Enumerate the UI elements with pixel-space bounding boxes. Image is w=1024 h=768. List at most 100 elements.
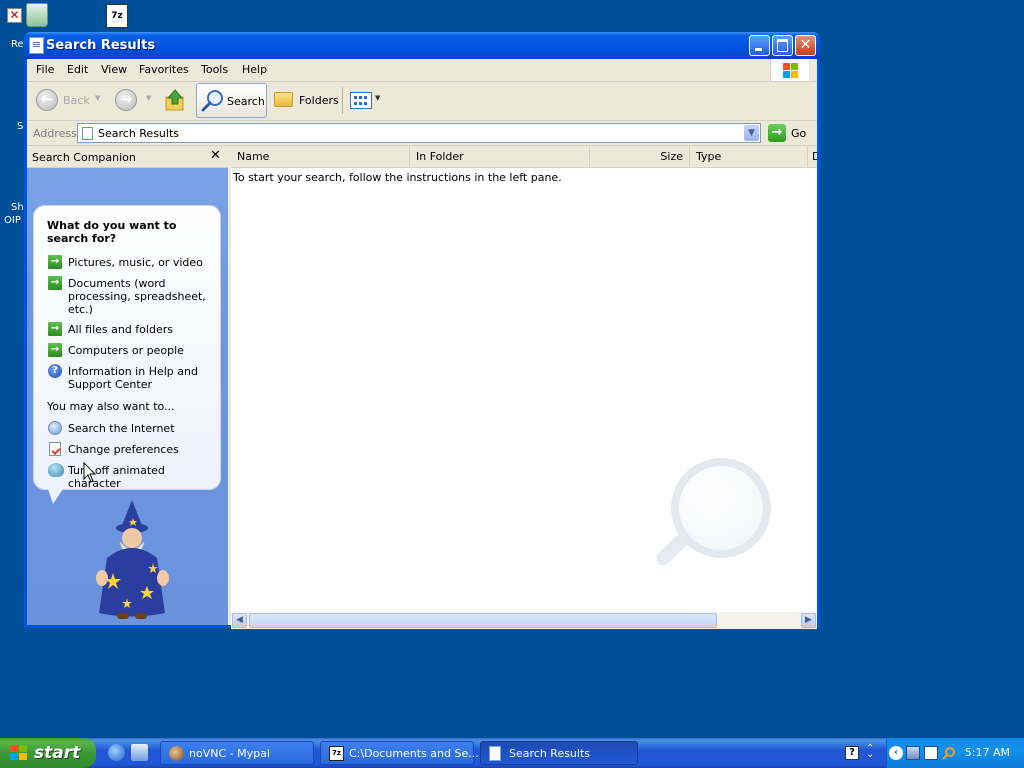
up-folder-icon[interactable]: [164, 88, 186, 112]
search-results-icon: [29, 37, 44, 54]
companion-title: Search Companion: [32, 151, 136, 164]
start-label: start: [34, 743, 81, 763]
scroll-left-icon[interactable]: ◀: [232, 613, 247, 628]
column-in-folder[interactable]: In Folder: [409, 146, 589, 167]
task-7zip-documents[interactable]: 7z C:\Documents and Se...: [320, 741, 479, 765]
go-arrow-icon[interactable]: →: [768, 124, 786, 142]
taskbar: start noVNC - Mypal 7z C:\Documents and …: [0, 738, 1024, 768]
folders-button-label[interactable]: Folders: [299, 94, 339, 107]
menu-favorites[interactable]: Favorites: [139, 63, 189, 76]
maximize-button[interactable]: [772, 35, 793, 56]
option-change-preferences[interactable]: Change preferences: [68, 443, 216, 456]
show-hidden-icons-icon[interactable]: ‹: [889, 746, 903, 760]
search-results-window: Search Results ✕ File Edit View Favorite…: [24, 32, 820, 629]
window-client: File Edit View Favorites Tools Help ← Ba…: [27, 59, 817, 629]
address-input[interactable]: Search Results ▼: [77, 123, 761, 143]
7zip-desktop-icon[interactable]: 7z: [106, 4, 128, 28]
search-question: What do you want to search for?: [47, 219, 177, 245]
minimize-button[interactable]: [749, 35, 770, 56]
results-instructions: To start your search, follow the instruc…: [233, 171, 562, 184]
internet-explorer-icon[interactable]: [108, 744, 125, 761]
option-search-internet[interactable]: Search the Internet: [68, 422, 216, 435]
search-icon[interactable]: [942, 746, 956, 760]
menu-bar: File Edit View Favorites Tools Help: [27, 59, 817, 82]
windows-logo-icon: [770, 59, 809, 81]
standard-toolbar: ← Back ▼ → ▼ Search Folders ▼: [27, 82, 817, 121]
views-icon[interactable]: [350, 92, 372, 109]
7zip-icon: 7z: [329, 746, 344, 761]
mypal-icon: [169, 746, 184, 761]
forward-dropdown-icon[interactable]: ▼: [146, 94, 151, 102]
recycle-bin-icon[interactable]: [26, 3, 48, 27]
menu-view[interactable]: View: [101, 63, 127, 76]
green-arrow-icon[interactable]: →: [48, 276, 62, 290]
column-name[interactable]: Name: [231, 146, 409, 167]
animated-character-icon[interactable]: [48, 463, 64, 477]
display-icon[interactable]: [924, 746, 938, 760]
green-arrow-icon[interactable]: →: [48, 255, 62, 269]
search-balloon: What do you want to search for? → Pictur…: [33, 205, 221, 490]
task-novnc-mypal[interactable]: noVNC - Mypal: [160, 741, 314, 765]
clock[interactable]: 5:17 AM: [965, 746, 1010, 759]
views-dropdown-icon[interactable]: ▼: [375, 94, 380, 102]
menu-help[interactable]: Help: [242, 63, 267, 76]
search-button-label: Search: [227, 95, 265, 108]
task-label: Search Results: [509, 747, 591, 760]
option-help-support[interactable]: Information in Help and Support Center: [68, 365, 216, 391]
column-type[interactable]: Type: [689, 146, 807, 167]
window-title: Search Results: [46, 38, 156, 53]
option-all-files-folders[interactable]: All files and folders: [68, 323, 216, 336]
column-size[interactable]: Size: [589, 146, 689, 167]
option-documents[interactable]: Documents (word processing, spreadsheet,…: [68, 277, 216, 316]
outlook-express-icon[interactable]: [131, 744, 148, 761]
wizard-character-icon[interactable]: [87, 498, 177, 623]
network-icon[interactable]: [906, 746, 920, 760]
back-dropdown-icon[interactable]: ▼: [95, 94, 100, 102]
horizontal-scrollbar[interactable]: ◀ ▶: [231, 612, 817, 629]
option-pictures-music-video[interactable]: Pictures, music, or video: [68, 256, 216, 269]
search-button[interactable]: Search: [196, 83, 267, 118]
task-search-results[interactable]: Search Results: [480, 741, 638, 765]
close-icon[interactable]: ✕: [210, 148, 221, 163]
desktop-label[interactable]: Re: [11, 39, 24, 50]
magnifier-watermark-icon: [671, 458, 771, 558]
close-button[interactable]: ✕: [795, 35, 816, 56]
menu-tools[interactable]: Tools: [201, 63, 228, 76]
folders-icon[interactable]: [274, 92, 293, 107]
companion-header: Search Companion ✕: [27, 146, 228, 168]
results-column-header: Name In Folder Size Type D: [231, 146, 817, 168]
option-computers-people[interactable]: Computers or people: [68, 344, 216, 357]
back-button-label[interactable]: Back: [63, 94, 90, 107]
menu-edit[interactable]: Edit: [67, 63, 88, 76]
results-list[interactable]: To start your search, follow the instruc…: [231, 168, 817, 612]
desktop-label[interactable]: Sh: [11, 202, 24, 213]
tray-arrows-icon[interactable]: ⌃ ⌄: [866, 744, 880, 760]
help-icon[interactable]: ?: [845, 746, 859, 760]
help-icon[interactable]: ?: [48, 364, 62, 378]
go-button-label[interactable]: Go: [791, 127, 806, 140]
close-icon: ✕: [799, 37, 812, 53]
scroll-thumb[interactable]: [249, 613, 717, 628]
search-results-icon: [489, 746, 501, 761]
desktop-close-icon[interactable]: ✕: [7, 8, 22, 23]
forward-arrow-icon[interactable]: →: [115, 89, 137, 111]
address-value[interactable]: Search Results: [98, 127, 179, 140]
address-label: Address: [33, 127, 77, 140]
title-bar[interactable]: Search Results ✕: [24, 32, 820, 59]
desktop-label[interactable]: OIP: [4, 215, 21, 226]
start-button[interactable]: start: [0, 738, 96, 768]
preferences-icon[interactable]: [49, 442, 61, 456]
toolbar-separator: [342, 87, 343, 114]
windows-flag-icon: [10, 745, 28, 761]
balloon-tail: [47, 486, 65, 504]
desktop-label[interactable]: S: [17, 121, 23, 132]
menu-file[interactable]: File: [36, 63, 54, 76]
back-arrow-icon[interactable]: ←: [36, 89, 58, 111]
chevron-down-icon[interactable]: ▼: [744, 125, 759, 141]
column-date[interactable]: D: [807, 146, 817, 167]
green-arrow-icon[interactable]: →: [48, 322, 62, 336]
also-want-label: You may also want to...: [47, 400, 175, 413]
green-arrow-icon[interactable]: →: [48, 343, 62, 357]
internet-search-icon[interactable]: [48, 421, 62, 435]
scroll-right-icon[interactable]: ▶: [801, 613, 816, 628]
